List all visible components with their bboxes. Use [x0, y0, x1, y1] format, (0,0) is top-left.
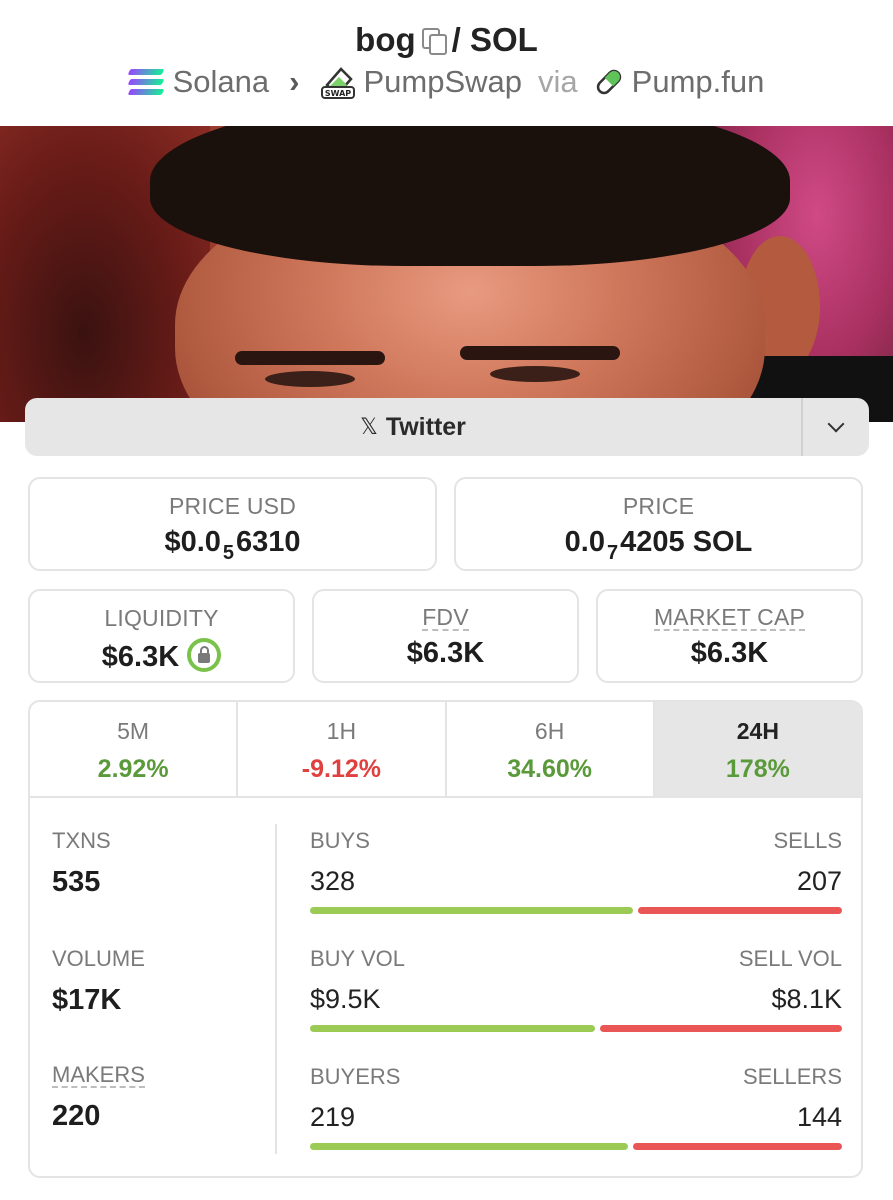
- timeframe-tabs: 5M 2.92% 1H -9.12% 6H 34.60% 24H 178%: [30, 702, 861, 798]
- price-usd-card: PRICE USD $0.0 56310: [28, 477, 437, 571]
- tab-label: 6H: [534, 718, 565, 744]
- lock-icon[interactable]: [187, 638, 222, 672]
- tab-label: 1H: [326, 718, 357, 744]
- tab-5m[interactable]: 5M 2.92%: [30, 702, 239, 796]
- makers-label[interactable]: MAKERS: [52, 1064, 145, 1088]
- buy-vol-value: $9.5K: [310, 984, 381, 1014]
- price-native-card: PRICE 0.0 74205 SOL: [454, 477, 863, 571]
- tab-24h[interactable]: 24H 178%: [654, 702, 861, 796]
- sell-bar: [638, 907, 842, 914]
- volume-ratio-bar: [310, 1025, 842, 1032]
- tab-change: -9.12%: [301, 755, 381, 783]
- buys-sells-row: BUYS SELLS 328 207: [310, 828, 842, 914]
- buyers-ratio-bar: [310, 1143, 842, 1150]
- market-cap-label[interactable]: MARKET CAP: [653, 605, 806, 631]
- x-logo-icon: 𝕏: [360, 414, 378, 439]
- txns-label: TXNS: [52, 828, 111, 853]
- tab-6h[interactable]: 6H 34.60%: [447, 702, 655, 796]
- pumpswap-icon: SWAP: [321, 65, 356, 99]
- buy-bar: [310, 1025, 595, 1032]
- more-links-button[interactable]: [801, 398, 869, 456]
- fdv-value: $6.3K: [406, 637, 485, 669]
- fdv-label[interactable]: FDV: [422, 605, 469, 631]
- chevron-down-icon: [827, 415, 845, 433]
- buyers-sellers-row: BUYERS SELLERS 219 144: [310, 1064, 842, 1150]
- via-label: via: [538, 64, 578, 99]
- price-usd-label: PRICE USD: [168, 493, 297, 519]
- buyers-label: BUYERS: [310, 1064, 401, 1089]
- liquidity-label: LIQUIDITY: [104, 605, 219, 631]
- volume-label: VOLUME: [52, 946, 145, 971]
- buys-sells-ratio-bar: [310, 907, 842, 914]
- market-cap-card: MARKET CAP $6.3K: [596, 589, 863, 683]
- liquidity-value: $6.3K: [30, 638, 293, 674]
- sells-value: 207: [796, 866, 842, 896]
- txns-stat: TXNS 535: [52, 828, 111, 899]
- fdv-card: FDV $6.3K: [312, 589, 579, 683]
- copy-icon[interactable]: [421, 28, 447, 55]
- twitter-label: Twitter: [385, 412, 466, 441]
- sell-bar: [632, 1143, 842, 1150]
- makers-stat: MAKERS 220: [52, 1064, 145, 1133]
- chain-link[interactable]: Solana: [173, 62, 270, 102]
- buys-label: BUYS: [310, 828, 370, 853]
- sellers-label: SELLERS: [742, 1064, 842, 1089]
- volume-value: $17K: [52, 984, 122, 1016]
- txns-value: 535: [52, 866, 101, 898]
- sell-bar: [599, 1025, 842, 1032]
- chevron-right-icon: ›: [289, 64, 300, 99]
- tab-change: 2.92%: [97, 755, 169, 783]
- buy-vol-label: BUY VOL: [310, 946, 405, 971]
- price-native-value: 0.0 74205 SOL: [564, 526, 753, 564]
- liquidity-card: LIQUIDITY $6.3K: [28, 589, 295, 683]
- breadcrumb: Solana › SWAP PumpSwap via Pump.fun: [0, 62, 893, 102]
- buyers-value: 219: [310, 1102, 356, 1132]
- price-native-label: PRICE: [622, 493, 695, 519]
- pair-header: bog / SOL Solana › SWAP PumpSwap via Pump…: [0, 0, 893, 126]
- launchpad-link[interactable]: Pump.fun: [632, 62, 765, 102]
- token-banner-image: [0, 126, 893, 422]
- volume-stat: VOLUME $17K: [52, 946, 145, 1017]
- tab-label: 5M: [117, 718, 150, 744]
- sell-vol-label: SELL VOL: [738, 946, 842, 971]
- pair-title: bog / SOL: [0, 20, 893, 60]
- social-links-bar: 𝕏 Twitter: [25, 398, 869, 456]
- tab-change: 34.60%: [507, 755, 593, 783]
- price-usd-value: $0.0 56310: [164, 526, 301, 564]
- dex-link[interactable]: PumpSwap: [363, 62, 522, 102]
- solana-icon: [127, 69, 165, 95]
- buy-bar: [310, 1143, 628, 1150]
- quote-symbol: / SOL: [451, 21, 538, 58]
- buy-sell-volume-row: BUY VOL SELL VOL $9.5K $8.1K: [310, 946, 842, 1032]
- token-symbol: bog: [355, 21, 416, 58]
- swap-badge-text: SWAP: [325, 89, 351, 98]
- tab-label: 24H: [736, 718, 779, 744]
- sells-label: SELLS: [773, 828, 843, 853]
- sell-vol-value: $8.1K: [771, 984, 842, 1014]
- pumpfun-icon: [594, 67, 624, 97]
- trade-stats: TXNS 535 VOLUME $17K MAKERS 220 BUYS SELL…: [30, 798, 861, 1176]
- buys-value: 328: [310, 866, 356, 896]
- tab-1h[interactable]: 1H -9.12%: [238, 702, 447, 796]
- makers-value: 220: [52, 1100, 101, 1132]
- timeframe-stats-panel: 5M 2.92% 1H -9.12% 6H 34.60% 24H 178% TX…: [28, 700, 863, 1178]
- buy-bar: [310, 907, 634, 914]
- twitter-button[interactable]: 𝕏 Twitter: [25, 398, 801, 456]
- tab-change: 178%: [725, 755, 790, 783]
- market-cap-value: $6.3K: [690, 637, 769, 669]
- sellers-value: 144: [796, 1102, 842, 1132]
